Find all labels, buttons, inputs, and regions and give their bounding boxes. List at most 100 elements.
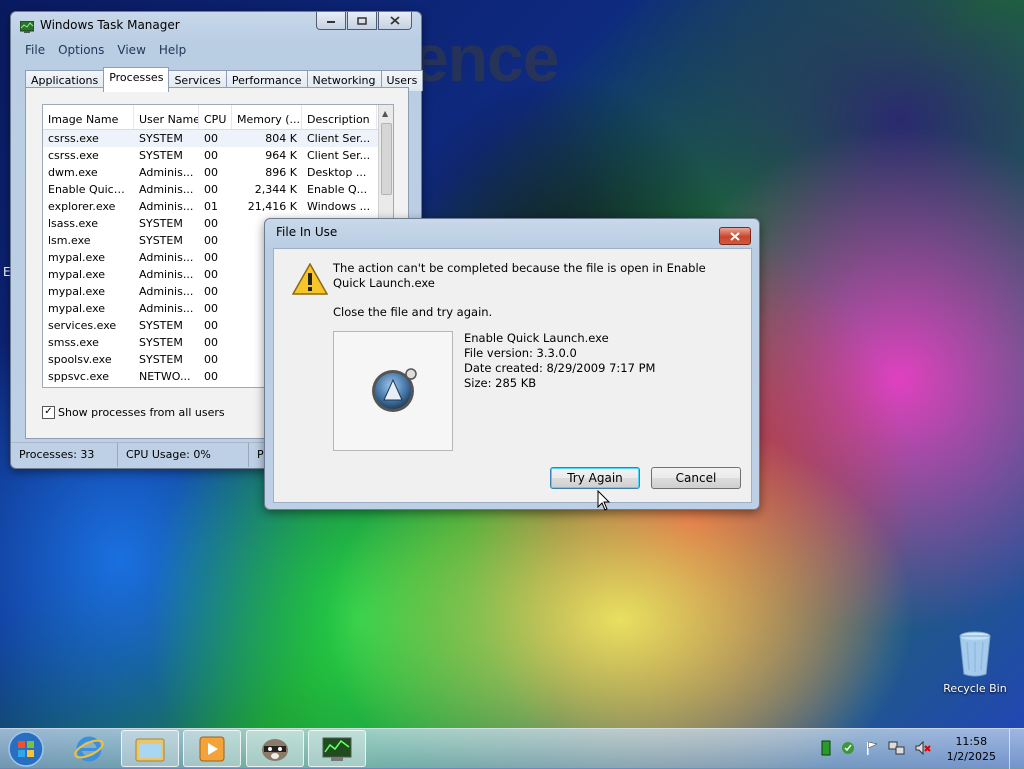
table-cell: 00: [204, 183, 218, 196]
warning-icon: [292, 263, 328, 295]
table-row[interactable]: explorer.exe Adminis... 01 21,416 K Windows …: [43, 198, 393, 215]
table-cell: 804 K: [265, 132, 297, 145]
minimize-icon: [327, 20, 335, 23]
table-cell: NETWO...: [139, 370, 191, 383]
column-cpu[interactable]: CPU: [199, 105, 232, 129]
table-cell: SYSTEM: [139, 319, 183, 332]
table-cell: 00: [204, 149, 218, 162]
menu-file[interactable]: File: [25, 43, 45, 57]
close-icon: [390, 16, 400, 25]
network-icon[interactable]: [888, 740, 906, 756]
table-cell: explorer.exe: [48, 200, 116, 213]
file-size: Size: 285 KB: [464, 376, 537, 390]
column-image-name[interactable]: Image Name: [43, 105, 134, 129]
table-cell: 00: [204, 319, 218, 332]
table-cell: csrss.exe: [48, 132, 99, 145]
dialog-message: The action can't be completed because th…: [333, 261, 706, 290]
volume-muted-icon[interactable]: [914, 740, 932, 756]
task-manager-titlebar[interactable]: Windows Task Manager: [11, 12, 421, 42]
table-cell: mypal.exe: [48, 251, 106, 264]
recycle-bin[interactable]: Recycle Bin: [940, 630, 1010, 695]
table-cell: 00: [204, 353, 218, 366]
security-shield-icon[interactable]: [840, 740, 856, 756]
scrollbar-thumb[interactable]: [381, 123, 392, 195]
table-cell: sppsvc.exe: [48, 370, 109, 383]
clock-time: 11:58: [955, 735, 988, 748]
table-cell: Adminis...: [139, 302, 194, 315]
close-button[interactable]: [378, 12, 412, 30]
task-manager-title: Windows Task Manager: [40, 18, 180, 32]
dialog-close-button[interactable]: [719, 227, 751, 245]
minimize-button[interactable]: [316, 12, 346, 30]
battery-icon[interactable]: [820, 740, 832, 756]
show-all-checkbox[interactable]: ✓: [42, 406, 55, 419]
table-cell: 00: [204, 217, 218, 230]
file-info: Enable Quick Launch.exe File version: 3.…: [464, 331, 655, 391]
table-cell: 964 K: [265, 149, 297, 162]
table-row[interactable]: dwm.exe Adminis... 00 896 K Desktop ...: [43, 164, 393, 181]
show-all-processes[interactable]: ✓ Show processes from all users: [42, 406, 225, 419]
system-clock[interactable]: 11:58 1/2/2025: [947, 734, 996, 764]
table-cell: 00: [204, 251, 218, 264]
dialog-title: File In Use: [276, 225, 338, 239]
taskbar-task-manager[interactable]: [308, 730, 366, 767]
action-center-flag-icon[interactable]: [864, 740, 880, 756]
table-cell: 2,344 K: [254, 183, 297, 196]
table-cell: SYSTEM: [139, 336, 183, 349]
maximize-icon: [357, 16, 367, 25]
menu-options[interactable]: Options: [58, 43, 104, 57]
scroll-up-icon[interactable]: ▲: [382, 109, 388, 118]
cancel-button[interactable]: Cancel: [651, 467, 741, 489]
menu-view[interactable]: View: [117, 43, 145, 57]
date-created: Date created: 8/29/2009 7:17 PM: [464, 361, 656, 375]
column-description[interactable]: Description: [302, 105, 377, 129]
try-again-button[interactable]: Try Again: [550, 467, 640, 489]
table-cell: 896 K: [265, 166, 297, 179]
status-processes: Processes: 33: [11, 443, 118, 467]
table-cell: services.exe: [48, 319, 117, 332]
table-cell: 00: [204, 370, 218, 383]
start-button[interactable]: [0, 730, 52, 767]
table-cell: Enable Q...: [307, 183, 368, 196]
taskbar-media-player[interactable]: [183, 730, 241, 767]
dialog-titlebar[interactable]: File In Use: [265, 219, 759, 249]
table-cell: Client Ser...: [307, 132, 371, 145]
task-manager-icon: [19, 20, 35, 33]
table-cell: SYSTEM: [139, 149, 183, 162]
table-cell: 00: [204, 336, 218, 349]
close-icon: [730, 231, 740, 241]
table-cell: spoolsv.exe: [48, 353, 112, 366]
maximize-button[interactable]: [347, 12, 377, 30]
table-row[interactable]: csrss.exe SYSTEM 00 804 K Client Ser...: [43, 130, 393, 147]
table-cell: lsm.exe: [48, 234, 91, 247]
table-cell: 00: [204, 234, 218, 247]
table-cell: SYSTEM: [139, 217, 183, 230]
show-desktop-button[interactable]: [1009, 729, 1024, 769]
taskbar-raccoon-app[interactable]: [246, 730, 304, 767]
table-cell: Adminis...: [139, 166, 194, 179]
taskbar: 11:58 1/2/2025: [0, 728, 1024, 769]
table-cell: 00: [204, 268, 218, 281]
taskbar-windows-explorer[interactable]: [121, 730, 179, 767]
table-cell: Desktop ...: [307, 166, 367, 179]
file-in-use-dialog: File In Use The action can't be complete…: [264, 218, 760, 510]
app-icon: [372, 368, 417, 412]
table-row[interactable]: csrss.exe SYSTEM 00 964 K Client Ser...: [43, 147, 393, 164]
table-cell: SYSTEM: [139, 234, 183, 247]
show-all-label: Show processes from all users: [58, 406, 225, 419]
tab-processes[interactable]: Processes: [103, 67, 170, 92]
windows-logo-icon: [8, 730, 44, 767]
table-row[interactable]: Enable Quick ... Adminis... 00 2,344 K Enabl…: [43, 181, 393, 198]
menu-bar: File Options View Help: [25, 43, 186, 57]
table-cell: lsass.exe: [48, 217, 98, 230]
menu-help[interactable]: Help: [159, 43, 186, 57]
table-cell: Adminis...: [139, 183, 194, 196]
table-cell: Enable Quick ...: [48, 183, 134, 196]
column-user-name[interactable]: User Name: [134, 105, 199, 129]
media-player-icon: [199, 736, 225, 761]
column-memory[interactable]: Memory (...: [232, 105, 302, 129]
taskbar-internet-explorer[interactable]: [60, 730, 118, 767]
status-cpu: CPU Usage: 0%: [118, 443, 249, 467]
recycle-bin-icon: [959, 631, 991, 677]
task-manager-icon: [322, 737, 352, 761]
